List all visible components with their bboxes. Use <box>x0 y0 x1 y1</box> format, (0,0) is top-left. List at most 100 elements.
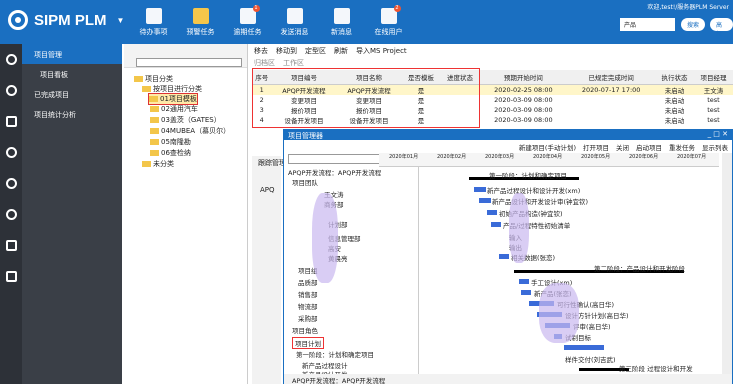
annotation-box <box>252 68 480 128</box>
pm-tree-node[interactable]: 项目团队 <box>292 177 318 187</box>
pm-tree-node[interactable]: 销售部 <box>298 289 318 299</box>
tree-search-input[interactable] <box>136 58 242 67</box>
pm-tree-node[interactable]: 采购部 <box>298 313 318 323</box>
report-icon[interactable] <box>0 261 22 292</box>
new-message-button[interactable]: 新消息 <box>318 8 365 37</box>
search-button[interactable]: 搜索 <box>681 18 706 31</box>
gantt-bar[interactable] <box>519 279 529 284</box>
advanced-search-button[interactable]: 高级 <box>710 18 733 38</box>
send-message-button[interactable]: 发送消息 <box>271 8 318 37</box>
edit-icon[interactable] <box>0 106 22 137</box>
warning-task-button[interactable]: 预警任务 <box>177 8 224 37</box>
col-header[interactable]: 预期开始时间 <box>479 70 568 85</box>
cell: 未启动 <box>664 106 685 115</box>
start-project-button[interactable]: 启动项目 <box>636 142 662 152</box>
import-msproject-button[interactable]: 导入MS Project <box>356 46 407 55</box>
users-icon: 2 <box>380 5 401 24</box>
folder-icon <box>142 86 151 92</box>
app-menu-caret[interactable]: ▼ <box>117 16 125 25</box>
folder-icon <box>149 96 158 102</box>
pm-tree-node[interactable]: 项目角色 <box>292 325 318 335</box>
pm-tree-node[interactable]: 第一阶段：计划和确定项目 <box>296 349 374 359</box>
pm-tree-node[interactable]: 品质部 <box>298 277 318 287</box>
cell: 2020-03-09 08:00 <box>494 105 553 114</box>
search-scope-select[interactable]: 产品 <box>620 18 675 31</box>
gantt-bar[interactable] <box>479 198 491 203</box>
pm-tree-node[interactable]: APQP开发流程：APQP开发流程 <box>288 167 381 177</box>
app-logo[interactable]: SIPM PLM ▼ <box>8 10 124 30</box>
tree-node-05[interactable]: 05南隆勘 <box>150 137 191 147</box>
signal-icon[interactable] <box>0 199 22 230</box>
refresh-button[interactable]: 刷新 <box>334 46 348 55</box>
send-icon <box>286 8 303 24</box>
gantt-month: 2020年03月 <box>485 154 515 160</box>
book-icon[interactable] <box>0 230 22 261</box>
tree-node-uncategorized[interactable]: 未分类 <box>142 159 174 169</box>
pm-footer-tab[interactable]: APQP开发流程：APQP开发流程 <box>284 374 732 385</box>
warning-label: 预警任务 <box>186 28 215 36</box>
open-project-button[interactable]: 打开项目 <box>583 142 609 152</box>
tree-node-gates[interactable]: 03盖茨（GATES） <box>150 115 221 125</box>
folder-icon <box>150 117 159 123</box>
gantt-bar[interactable] <box>564 345 604 350</box>
gantt-bar[interactable] <box>521 290 531 295</box>
tree-node-mubea[interactable]: 04MUBEA（慕贝尔） <box>150 126 230 136</box>
menu-completed-projects[interactable]: 已完成项目 <box>22 84 122 104</box>
tree-node-label: 未分类 <box>153 160 174 168</box>
tree-node-06[interactable]: 06查检纳 <box>150 148 191 158</box>
col-header[interactable]: 项目经理 <box>693 70 733 85</box>
archive-area-checkbox[interactable]: 归档区 <box>254 58 275 67</box>
todo-button[interactable]: 待办事项 <box>130 8 177 37</box>
pm-toolbar: 新建项目(手动计划) 打开项目 关闭 启动项目 重发任务 显示列表 <box>284 140 732 152</box>
folder-icon <box>150 150 159 156</box>
gantt-bar[interactable] <box>499 254 509 259</box>
folder-icon <box>150 128 159 134</box>
new-project-button[interactable]: 新建项目(手动计划) <box>519 142 576 152</box>
menu-project-board[interactable]: 项目看板 <box>22 64 122 84</box>
gantt-bar[interactable] <box>487 210 497 215</box>
show-list-button[interactable]: 显示列表 <box>702 142 728 152</box>
mail-icon <box>333 8 350 24</box>
top-bar: SIPM PLM ▼ 待办事项 预警任务 1 逾期任务 发送消息 新消息 2 在线用户… <box>0 0 733 44</box>
cell <box>567 95 655 105</box>
remove-button[interactable]: 移去 <box>254 46 268 55</box>
tree-node-label: 01项目模板 <box>160 95 197 103</box>
database-icon[interactable] <box>0 137 22 168</box>
menu-project-stats[interactable]: 项目统计分析 <box>22 104 122 124</box>
menu-project-management[interactable]: 项目管理 <box>22 44 122 64</box>
home-icon[interactable] <box>0 75 22 106</box>
resend-task-button[interactable]: 重发任务 <box>669 142 695 152</box>
window-controls[interactable]: _ □ ✕ <box>708 130 728 138</box>
chat-icon[interactable] <box>0 168 22 199</box>
tree-node-label: 按项目进行分类 <box>153 85 202 93</box>
tracking-tab[interactable]: 跟踪管理 <box>258 158 286 168</box>
gantt-bar[interactable] <box>491 222 501 227</box>
close-project-button[interactable]: 关闭 <box>616 142 629 152</box>
overdue-task-button[interactable]: 1 逾期任务 <box>224 5 271 37</box>
icon-sidebar <box>0 44 22 384</box>
tree-node-gm[interactable]: 02通用汽车 <box>150 104 198 114</box>
project-icon[interactable] <box>0 44 22 75</box>
tree-root[interactable]: 项目分类 <box>134 74 173 84</box>
move-to-button[interactable]: 移动到 <box>276 46 297 55</box>
gantt-bar[interactable] <box>474 187 486 192</box>
finalize-button[interactable]: 定型区 <box>305 46 326 55</box>
cell: 未启动 <box>655 84 694 95</box>
pm-tree-node[interactable]: 物流部 <box>298 301 318 311</box>
work-area-checkbox[interactable]: 工作区 <box>283 58 304 67</box>
gantt-label: 第三阶段 过程设计和开发 <box>619 365 693 373</box>
pm-tree-node-plan[interactable]: 项目计划 <box>292 337 324 349</box>
pm-scrollbar[interactable] <box>722 153 732 375</box>
tree-node-label: 04MUBEA（慕贝尔） <box>161 127 231 135</box>
cell: 2020-07-17 17:00 <box>567 84 656 95</box>
online-users-button[interactable]: 2 在线用户 <box>365 5 412 37</box>
col-header[interactable]: 执行状态 <box>655 70 694 85</box>
gantt-label: 新产品过程设计和设计开发(xm) <box>487 187 581 195</box>
gantt-month: 2020年01月 <box>389 154 419 160</box>
lower-tree-node[interactable]: APQ <box>260 186 275 194</box>
folder-icon <box>150 106 159 112</box>
logo-icon <box>8 10 28 30</box>
col-header[interactable]: 已规定完成时间 <box>567 70 656 85</box>
cell: test <box>707 105 720 114</box>
gantt-header: 2020年01月 2020年02月 2020年03月 2020年04月 2020… <box>379 153 719 167</box>
